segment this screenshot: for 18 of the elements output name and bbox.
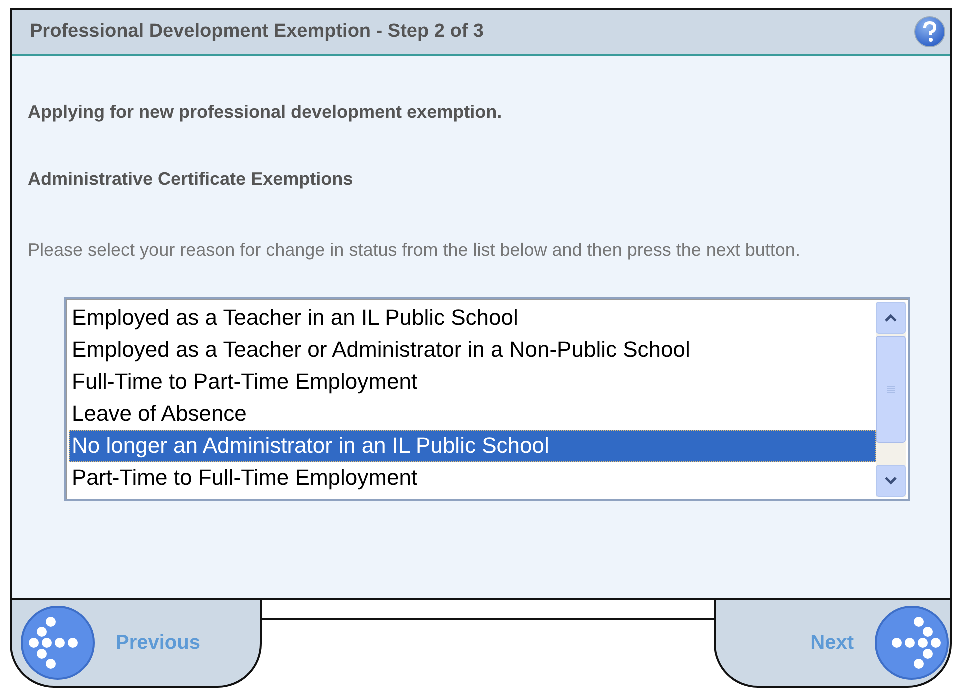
list-item[interactable]: Leave of Absence xyxy=(69,398,876,430)
list-item[interactable]: Part-Time to Full-Time Employment xyxy=(69,462,876,494)
chevron-up-icon xyxy=(885,314,897,322)
instructions-text: Please select your reason for change in status from the list below and then press the next button. xyxy=(28,239,802,262)
chevron-down-icon xyxy=(885,477,897,485)
help-icon[interactable] xyxy=(914,16,946,48)
list-item[interactable]: No longer an Administrator in an IL Public School xyxy=(69,430,876,462)
reason-listbox[interactable] xyxy=(64,297,910,501)
scroll-thumb[interactable] xyxy=(876,336,906,443)
section-heading: Administrative Certificate Exemptions xyxy=(28,169,354,190)
window-title: Professional Development Exemption - Step 2 of 3 xyxy=(30,21,484,43)
list-item[interactable]: Employed as a Teacher in an IL Public School xyxy=(69,302,876,334)
page-heading: Applying for new professional development exemption. xyxy=(28,102,504,123)
list-item[interactable]: Employed as a Teacher or Administrator in a Non-Public School xyxy=(69,334,876,366)
scrollbar[interactable] xyxy=(876,302,906,497)
scroll-up-button[interactable] xyxy=(876,302,906,334)
list-item[interactable]: Full-Time to Part-Time Employment xyxy=(69,366,876,398)
scroll-down-button[interactable] xyxy=(876,465,906,497)
